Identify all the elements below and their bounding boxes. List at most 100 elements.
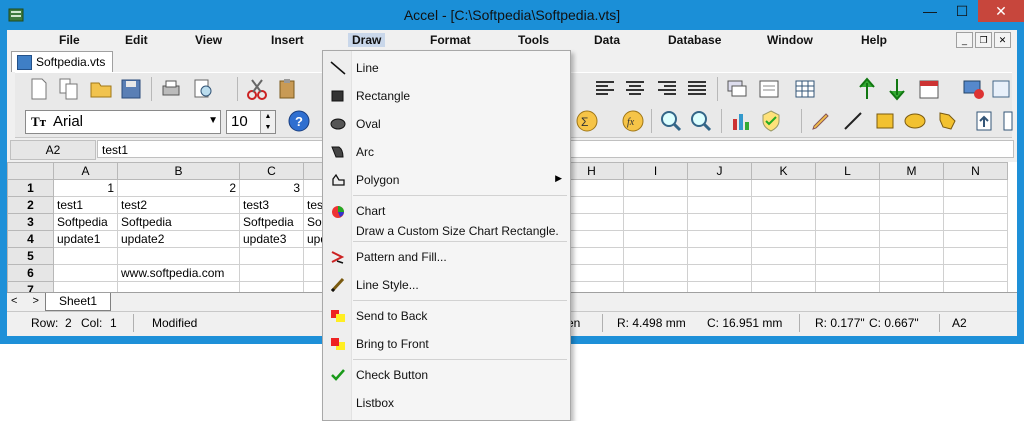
menu-draw[interactable]: Draw [348, 33, 386, 47]
row-header[interactable]: 3 [7, 213, 54, 231]
sheet-nav-arrows[interactable]: < > [11, 295, 45, 307]
mdi-minimize-button[interactable]: _ [956, 32, 973, 48]
cell[interactable] [687, 264, 752, 282]
row-header[interactable]: 6 [7, 264, 54, 282]
menu-window[interactable]: Window [767, 33, 813, 47]
rectangle-tool-icon[interactable] [873, 109, 897, 133]
column-header[interactable]: L [815, 162, 880, 180]
cell[interactable] [687, 213, 752, 231]
cell[interactable] [751, 230, 816, 248]
mdi-close-button[interactable]: ✕ [994, 32, 1011, 48]
column-header[interactable]: A [53, 162, 118, 180]
cell[interactable] [687, 247, 752, 265]
maximize-button[interactable]: ☐ [946, 0, 978, 22]
new-file-icon[interactable] [27, 77, 51, 101]
cell[interactable]: test3 [239, 196, 304, 214]
cell[interactable] [943, 196, 1008, 214]
cell[interactable] [117, 247, 240, 265]
cell[interactable]: Softpedia [239, 213, 304, 231]
oval-tool-icon[interactable] [903, 109, 927, 133]
cell[interactable]: 1 [53, 179, 118, 197]
cell[interactable] [751, 179, 816, 197]
cell[interactable] [943, 247, 1008, 265]
menu-format[interactable]: Format [430, 33, 471, 47]
sheet-tab[interactable]: Sheet1 [45, 293, 111, 311]
menu-insert[interactable]: Insert [271, 33, 304, 47]
cell[interactable] [815, 213, 880, 231]
menu-item-bring-to-front[interactable]: Bring to Front [323, 331, 570, 357]
cell[interactable]: 2 [117, 179, 240, 197]
cell[interactable] [687, 230, 752, 248]
line-tool-icon[interactable] [841, 109, 865, 133]
cell[interactable]: 3 [239, 179, 304, 197]
menu-help[interactable]: Help [861, 33, 887, 47]
row-header[interactable]: 7 [7, 281, 54, 292]
menu-item-rectangle[interactable]: Rectangle [323, 83, 570, 109]
merge-cells-icon[interactable] [685, 77, 709, 101]
cell[interactable] [879, 281, 944, 292]
cut-icon[interactable] [245, 77, 269, 101]
cell[interactable] [943, 230, 1008, 248]
column-header[interactable]: M [879, 162, 944, 180]
cell[interactable]: update3 [239, 230, 304, 248]
cell[interactable] [815, 196, 880, 214]
chart-icon[interactable] [729, 109, 753, 133]
cell[interactable] [53, 247, 118, 265]
autosum-icon[interactable]: Σ [575, 109, 599, 133]
cell[interactable] [623, 281, 688, 292]
cell[interactable]: test2 [117, 196, 240, 214]
column-header[interactable]: I [623, 162, 688, 180]
freeform-tool-icon[interactable] [935, 109, 959, 133]
column-header[interactable]: K [751, 162, 816, 180]
minimize-button[interactable]: — [914, 0, 946, 22]
cell-name-box[interactable]: A2 [10, 140, 96, 160]
cell[interactable]: Softpedia [117, 213, 240, 231]
chevron-down-icon[interactable]: ▼ [208, 115, 218, 126]
menu-edit[interactable]: Edit [125, 33, 148, 47]
exit-icon[interactable] [961, 77, 985, 101]
cell[interactable] [879, 179, 944, 197]
cell[interactable] [815, 264, 880, 282]
row-header[interactable]: 4 [7, 230, 54, 248]
cell[interactable] [751, 213, 816, 231]
menu-tools[interactable]: Tools [518, 33, 549, 47]
column-header[interactable]: J [687, 162, 752, 180]
column-header[interactable]: B [117, 162, 240, 180]
cell[interactable] [815, 179, 880, 197]
cell[interactable] [53, 264, 118, 282]
cell[interactable]: update1 [53, 230, 118, 248]
pencil-icon[interactable] [809, 109, 833, 133]
help-cursor-icon[interactable] [989, 77, 1013, 101]
cell[interactable] [943, 264, 1008, 282]
zoom-out-icon[interactable] [689, 109, 713, 133]
table-icon[interactable] [793, 77, 817, 101]
cell[interactable] [879, 247, 944, 265]
menu-item-pattern-fill[interactable]: Pattern and Fill... [323, 244, 570, 270]
cell[interactable] [943, 213, 1008, 231]
windows-icon[interactable] [725, 77, 749, 101]
calendar-icon[interactable] [917, 77, 941, 101]
open-folder-icon[interactable] [89, 77, 113, 101]
row-header[interactable]: 1 [7, 179, 54, 197]
align-left-icon[interactable] [593, 77, 617, 101]
cell[interactable] [623, 230, 688, 248]
cell[interactable] [879, 264, 944, 282]
menu-item-arc[interactable]: Arc [323, 139, 570, 165]
cell[interactable] [751, 196, 816, 214]
cell[interactable] [623, 264, 688, 282]
cell[interactable] [687, 196, 752, 214]
align-center-icon[interactable] [623, 77, 647, 101]
menu-file[interactable]: File [59, 33, 80, 47]
function-icon[interactable]: fx [621, 109, 645, 133]
cell[interactable] [751, 281, 816, 292]
cell[interactable] [239, 281, 304, 292]
mdi-restore-button[interactable]: ❐ [975, 32, 992, 48]
save-icon[interactable] [119, 77, 143, 101]
cell[interactable] [623, 247, 688, 265]
cell[interactable] [117, 281, 240, 292]
print-icon[interactable] [159, 77, 183, 101]
cell[interactable] [815, 247, 880, 265]
page-right-icon[interactable] [1001, 109, 1024, 133]
cell[interactable] [687, 179, 752, 197]
cell[interactable] [687, 281, 752, 292]
